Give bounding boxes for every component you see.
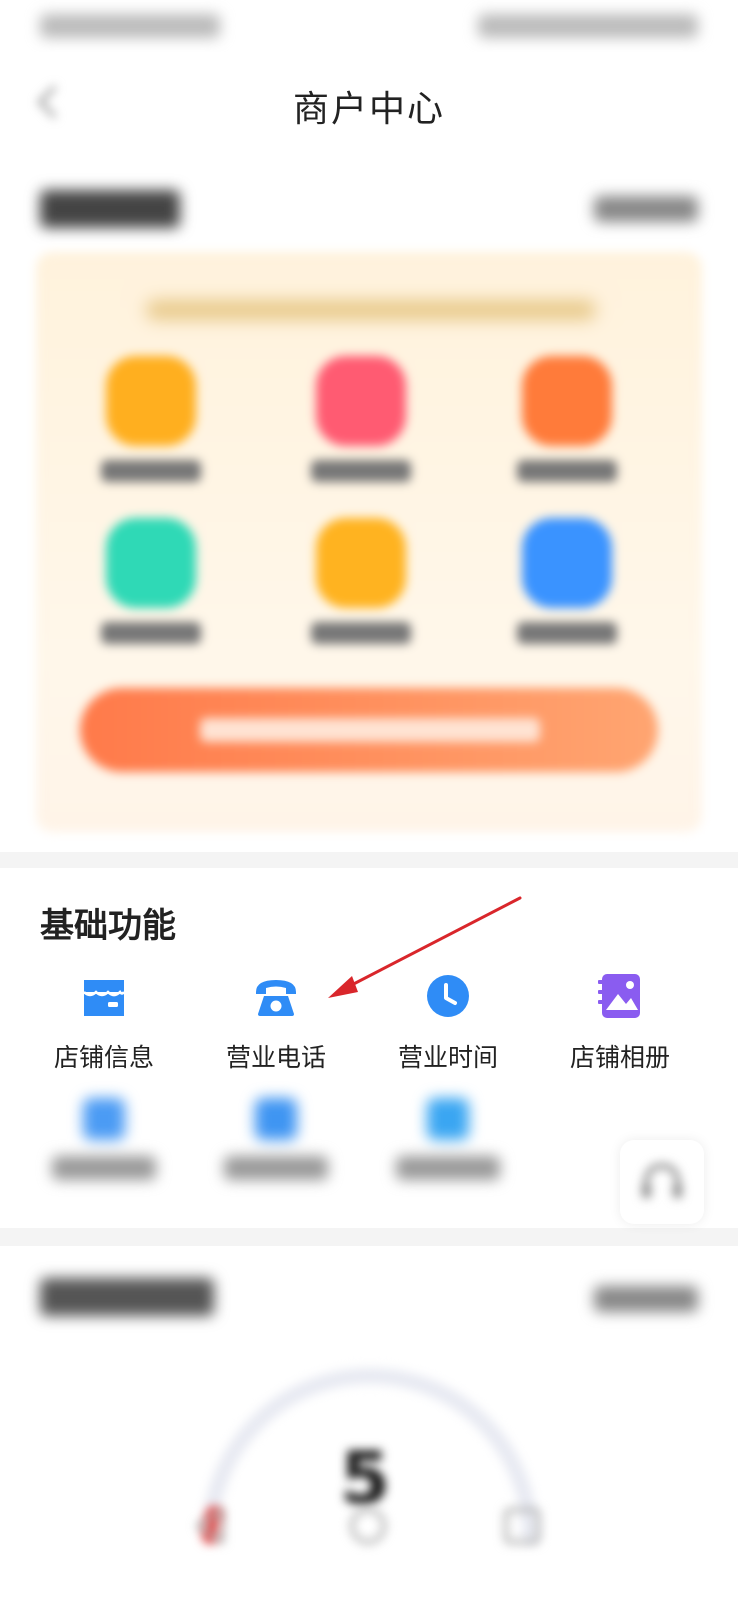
- customer-service-button[interactable]: [620, 1140, 704, 1224]
- nav-bar: 商户中心: [0, 52, 738, 152]
- blurred-label: [52, 1156, 156, 1180]
- quality-score-title: [40, 1278, 214, 1316]
- basic-functions-section: 基础功能 店铺信息 营业电话 营业时间 店铺相册: [0, 868, 738, 1228]
- func-store-album[interactable]: 店铺相册: [528, 972, 712, 1074]
- storefront-icon: [83, 980, 126, 1016]
- page-title: 商户中心: [292, 89, 445, 130]
- nav-home-icon: [350, 1508, 386, 1544]
- benefits-section: [0, 152, 738, 852]
- func-store-info[interactable]: 店铺信息: [12, 972, 196, 1074]
- func-business-hours[interactable]: 营业时间: [356, 972, 540, 1074]
- func-business-phone[interactable]: 营业电话: [184, 972, 368, 1074]
- benefits-subtitle: [146, 300, 596, 320]
- blurred-icon: [83, 1098, 125, 1140]
- benefit-icon-5[interactable]: [316, 518, 406, 608]
- benefits-title: [40, 190, 180, 228]
- benefit-label-3: [517, 460, 617, 482]
- headset-icon: [642, 1163, 682, 1198]
- benefit-icon-6[interactable]: [522, 518, 612, 608]
- status-indicators: [478, 14, 698, 38]
- func-blurred-2[interactable]: [184, 1098, 368, 1180]
- benefit-icon-3[interactable]: [522, 356, 612, 446]
- benefit-label-1: [101, 460, 201, 482]
- func-label-store-album: 店铺相册: [569, 1043, 670, 1072]
- benefit-label-4: [101, 622, 201, 644]
- system-nav-bar: [196, 1508, 540, 1544]
- benefit-icon-1[interactable]: [106, 356, 196, 446]
- nav-recents-icon: [504, 1508, 540, 1544]
- func-blurred-1[interactable]: [12, 1098, 196, 1180]
- benefits-cta-text: [200, 718, 540, 742]
- photo-album-icon: [598, 974, 640, 1018]
- func-blurred-3[interactable]: [356, 1098, 540, 1180]
- status-bar: [0, 0, 738, 52]
- func-label-store-info: 店铺信息: [53, 1043, 154, 1072]
- benefit-icon-4[interactable]: [106, 518, 196, 608]
- basic-functions-title: 基础功能: [40, 906, 176, 946]
- blurred-label: [224, 1156, 328, 1180]
- benefit-label-5: [311, 622, 411, 644]
- func-label-business-phone: 营业电话: [225, 1043, 326, 1072]
- clock-icon: [427, 975, 469, 1017]
- benefits-cta-button[interactable]: [80, 688, 658, 772]
- benefits-more-link[interactable]: [594, 196, 698, 222]
- blurred-icon: [255, 1098, 297, 1140]
- blurred-label: [396, 1156, 500, 1180]
- quality-score-detail-link[interactable]: [594, 1286, 698, 1312]
- func-label-business-hours: 营业时间: [397, 1043, 498, 1072]
- nav-back-icon: [196, 1508, 224, 1544]
- telephone-icon: [256, 980, 296, 1016]
- benefit-label-6: [517, 622, 617, 644]
- blurred-icon: [427, 1098, 469, 1140]
- carrier-signal: [40, 14, 220, 38]
- benefit-icon-2[interactable]: [316, 356, 406, 446]
- benefit-label-2: [311, 460, 411, 482]
- benefits-card: [36, 252, 702, 832]
